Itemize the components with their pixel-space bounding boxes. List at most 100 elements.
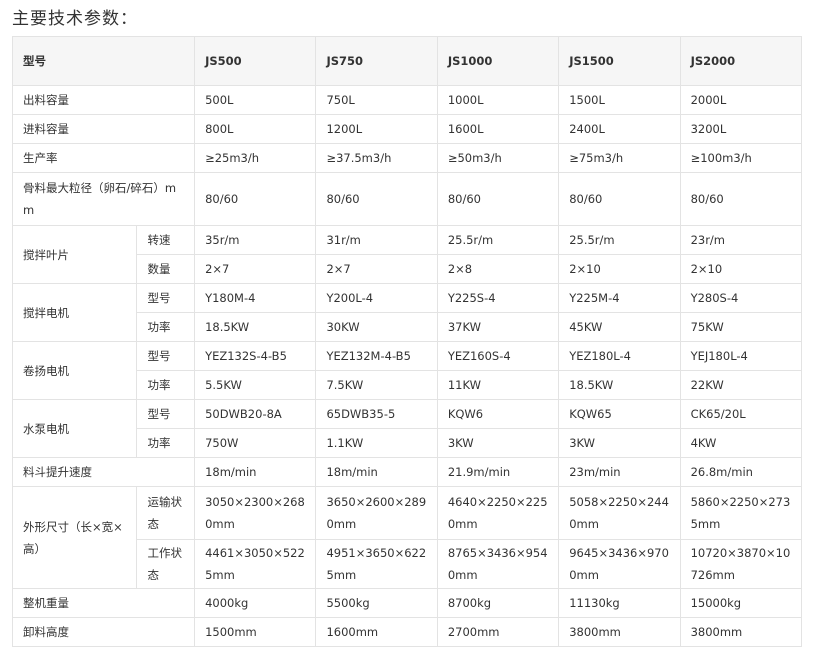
table-cell: 2×10 [679,254,803,284]
table-cell: 80/60 [558,172,681,226]
table-cell: 22KW [679,370,803,400]
table-cell: 18.5KW [194,312,317,342]
table-cell: 11130kg [558,588,681,618]
row-group-label: 水泵电机 [11,399,138,458]
row-sub-label: 数量 [136,254,196,284]
table-cell: YEZ132M-4-B5 [315,341,438,371]
header-model-label: 型号 [11,36,196,86]
table-cell: 2×8 [436,254,560,284]
table-cell: 800L [194,114,317,144]
table-cell: Y280S-4 [679,283,803,313]
table-cell: YEJ180L-4 [679,341,803,371]
table-cell: Y225S-4 [436,283,560,313]
header-model: JS750 [315,36,438,86]
table-cell: YEZ132S-4-B5 [194,341,317,371]
table-cell: 2×7 [315,254,438,284]
row-label: 整机重量 [11,588,196,618]
table-row: 水泵电机 型号 50DWB20-8A 65DWB35-5 KQW6 KQW65 … [11,399,803,458]
table-cell: 500L [194,85,317,115]
table-cell: 80/60 [436,172,560,226]
table-row: 外形尺寸（长×宽×高） 运输状态 3050×2300×2680mm 3650×2… [11,486,803,589]
table-cell: YEZ160S-4 [436,341,560,371]
row-sub-label: 工作状态 [136,539,196,589]
table-cell: 5500kg [315,588,438,618]
row-sub-label: 型号 [136,283,196,313]
table-cell: 3050×2300×2680mm [194,486,317,540]
table-cell: ≥25m3/h [194,143,317,173]
table-cell: 1500L [558,85,681,115]
row-group-label: 卷扬电机 [11,341,138,400]
table-cell: 1.1KW [315,428,438,458]
table-cell: 2×10 [558,254,681,284]
table-cell: 2000L [679,85,803,115]
table-cell: 80/60 [315,172,438,226]
row-sub-label: 型号 [136,341,196,371]
table-cell: 4640×2250×2250mm [436,486,560,540]
table-cell: 10720×3870×10726mm [679,539,803,589]
table-cell: KQW6 [436,399,560,429]
row-sub-label: 转速 [136,225,196,255]
table-cell: 50DWB20-8A [194,399,317,429]
table-cell: 5058×2250×2440mm [558,486,681,540]
table-cell: 35r/m [194,225,317,255]
table-row: 出料容量 500L 750L 1000L 1500L 2000L [11,85,803,115]
table-row: 整机重量 4000kg 5500kg 8700kg 11130kg 15000k… [11,588,803,618]
table-cell: KQW65 [558,399,681,429]
table-cell: 2700mm [436,617,560,647]
row-label: 生产率 [11,143,196,173]
table-cell: 15000kg [679,588,803,618]
header-model: JS1500 [558,36,681,86]
spec-table: 型号 JS500 JS750 JS1000 JS1500 JS2000 出料容量… [11,36,803,647]
table-cell: 23r/m [679,225,803,255]
table-cell: ≥75m3/h [558,143,681,173]
table-cell: 18m/min [194,457,317,487]
table-cell: 3KW [436,428,560,458]
row-sub-label: 运输状态 [136,486,196,540]
table-cell: 3200L [679,114,803,144]
header-model: JS1000 [436,36,560,86]
table-cell: 31r/m [315,225,438,255]
table-cell: 1500mm [194,617,317,647]
table-cell: 9645×3436×9700mm [558,539,681,589]
table-cell: ≥37.5m3/h [315,143,438,173]
table-cell: 3650×2600×2890mm [315,486,438,540]
table-cell: Y180M-4 [194,283,317,313]
table-cell: 23m/min [558,457,681,487]
table-row: 骨料最大粒径（卵石/碎石）mm 80/60 80/60 80/60 80/60 … [11,172,803,226]
row-label: 料斗提升速度 [11,457,196,487]
table-cell: 8765×3436×9540mm [436,539,560,589]
table-cell: 1200L [315,114,438,144]
table-cell: 1000L [436,85,560,115]
table-row: 进料容量 800L 1200L 1600L 2400L 3200L [11,114,803,144]
table-header-row: 型号 JS500 JS750 JS1000 JS1500 JS2000 [11,36,803,86]
table-cell: 80/60 [679,172,803,226]
table-row: 搅拌叶片 转速 35r/m 31r/m 25.5r/m 25.5r/m 23r/… [11,225,803,284]
row-sub-label: 型号 [136,399,196,429]
section-heading: 主要技术参数： [12,9,138,29]
row-sub-label: 功率 [136,312,196,342]
table-cell: 4951×3650×6225mm [315,539,438,589]
table-cell: 4000kg [194,588,317,618]
table-cell: Y225M-4 [558,283,681,313]
table-cell: 11KW [436,370,560,400]
table-cell: 26.8m/min [679,457,803,487]
table-cell: ≥100m3/h [679,143,803,173]
table-cell: 1600mm [315,617,438,647]
table-row: 搅拌电机 型号 Y180M-4 Y200L-4 Y225S-4 Y225M-4 … [11,283,803,342]
table-cell: 45KW [558,312,681,342]
table-cell: 2400L [558,114,681,144]
table-cell: 3KW [558,428,681,458]
table-cell: 25.5r/m [436,225,560,255]
table-cell: 80/60 [194,172,317,226]
table-cell: 21.9m/min [436,457,560,487]
table-cell: 1600L [436,114,560,144]
table-cell: 2×7 [194,254,317,284]
table-row: 生产率 ≥25m3/h ≥37.5m3/h ≥50m3/h ≥75m3/h ≥1… [11,143,803,173]
row-label: 卸料高度 [11,617,196,647]
table-row: 卸料高度 1500mm 1600mm 2700mm 3800mm 3800mm [11,617,803,647]
table-cell: 25.5r/m [558,225,681,255]
header-model: JS2000 [679,36,803,86]
table-cell: 4461×3050×5225mm [194,539,317,589]
table-cell: Y200L-4 [315,283,438,313]
table-cell: 5860×2250×2735mm [679,486,803,540]
